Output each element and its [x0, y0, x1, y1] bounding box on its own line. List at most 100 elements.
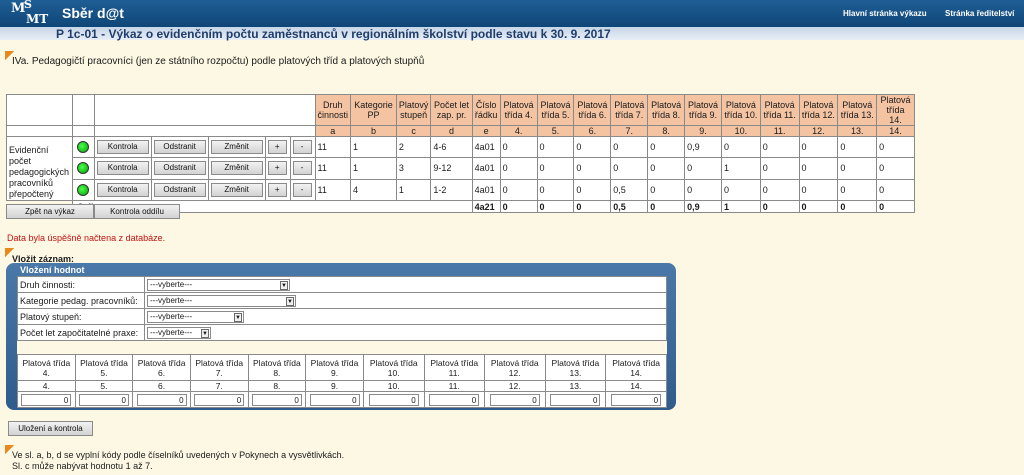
grade-number: 13.: [544, 380, 607, 392]
add-row-button[interactable]: +: [267, 140, 287, 155]
grade-number: 8.: [247, 380, 307, 392]
col-header: Platová třída 9.: [684, 94, 722, 126]
field-label: Kategorie pedag. pracovníků:: [17, 292, 145, 309]
grade-input[interactable]: 0: [251, 393, 302, 406]
col-letter: 14.: [876, 125, 915, 137]
directorate-page-link[interactable]: Stránka ředitelství: [945, 9, 1014, 18]
table-cell: 0: [759, 157, 800, 180]
insert-fields: Druh činnosti: ---vyberte--- ▼ Kategorie …: [17, 276, 667, 341]
col-letter: a: [314, 125, 352, 137]
chevron-down-icon: ▼: [286, 296, 294, 306]
table-cell: 0: [876, 178, 915, 202]
total-cell: 0,9: [684, 200, 722, 213]
grade-number: 7.: [189, 380, 249, 392]
table-cell: 11: [314, 135, 352, 159]
chevron-down-icon: ▼: [234, 312, 242, 322]
grade-input[interactable]: 0: [550, 393, 601, 406]
grade-input[interactable]: 0: [429, 393, 480, 406]
grade-input[interactable]: 0: [21, 393, 72, 406]
table-cell: 4a01: [471, 178, 501, 202]
grade-number-row: 4. 5. 6. 7. 8. 9. 10. 11. 12. 13. 14.: [17, 380, 667, 392]
total-cell: 0: [759, 200, 800, 213]
main-report-page-link[interactable]: Hlavní stránka výkazu: [843, 9, 927, 18]
add-row-button[interactable]: +: [267, 161, 287, 176]
grade-label: Platová třída 13.: [544, 354, 607, 381]
col-letter: 7.: [610, 125, 649, 137]
edit-row-button[interactable]: Změnit: [210, 161, 263, 176]
delete-row-button[interactable]: Odstranit: [153, 140, 206, 155]
table-cell: 0: [837, 135, 878, 159]
salary-step-select[interactable]: ---vyberte--- ▼: [147, 310, 244, 323]
col-header: Platová třída 4.: [499, 94, 538, 126]
back-to-report-button[interactable]: Zpět na výkaz: [6, 204, 94, 219]
grade-input[interactable]: 0: [368, 393, 419, 406]
check-row-button[interactable]: Kontrola: [96, 140, 149, 155]
insert-form: Druh činnosti: ---vyberte--- ▼ Kategorie …: [17, 276, 667, 408]
grade-number: 4.: [17, 380, 76, 392]
edit-row-button[interactable]: Změnit: [210, 140, 263, 155]
col-header: Číslo řádku: [471, 94, 501, 126]
form-row: Druh činnosti: ---vyberte--- ▼: [17, 276, 667, 293]
grade-input[interactable]: 0: [194, 393, 245, 406]
check-row-button[interactable]: Kontrola: [96, 182, 149, 197]
grade-input[interactable]: 0: [489, 393, 540, 406]
col-header: Druh činnosti: [314, 94, 352, 126]
save-and-check-button[interactable]: Uložení a kontrola: [8, 421, 93, 436]
check-section-button[interactable]: Kontrola oddílu: [94, 204, 180, 219]
form-row: Počet let započitatelné praxe: ---vybert…: [17, 324, 667, 341]
col-header: Platová třída 10.: [720, 94, 761, 126]
col-header: Platová třída 5.: [536, 94, 575, 126]
grade-input[interactable]: 0: [611, 393, 662, 406]
grade-label: Platová třída 7.: [189, 354, 249, 381]
col-header: Platový stupeň: [395, 94, 432, 126]
staff-category-select[interactable]: ---vyberte--- ▼: [147, 294, 296, 307]
col-letter: 10.: [720, 125, 761, 137]
table-row: Kontrola Odstranit Změnit + - 11 4 1 1-2…: [7, 178, 915, 202]
chevron-down-icon: ▼: [280, 280, 288, 290]
edit-row-button[interactable]: Změnit: [210, 182, 263, 197]
table-cell: 0: [536, 157, 575, 180]
table-cell: 11: [314, 157, 352, 180]
col-header: Platová třída 8.: [647, 94, 686, 126]
grade-input[interactable]: 0: [78, 393, 129, 406]
remove-row-button[interactable]: -: [292, 182, 312, 197]
col-header: Platová třída 6.: [573, 94, 612, 126]
total-cell: 1: [720, 200, 761, 213]
select-value: ---vyberte---: [150, 295, 193, 305]
practice-years-select[interactable]: ---vyberte--- ▼: [147, 326, 211, 339]
footnote: Ve sl. a, b, d se vyplní kódy podle číse…: [12, 450, 345, 460]
grade-label: Platová třída 5.: [74, 354, 134, 381]
table-cell: 0: [684, 178, 722, 202]
grade-label: Platová třída 8.: [247, 354, 307, 381]
table-cell: 0: [798, 135, 839, 159]
status-ok-icon: [77, 183, 90, 196]
activity-type-select[interactable]: ---vyberte--- ▼: [147, 278, 290, 291]
grade-label: Platová třída 6.: [132, 354, 191, 381]
col-header: Kategorie PP: [350, 94, 397, 126]
table-cell: 0: [647, 135, 686, 159]
delete-row-button[interactable]: Odstranit: [153, 182, 206, 197]
grade-number: 14.: [605, 380, 667, 392]
add-row-button[interactable]: +: [267, 182, 287, 197]
col-letter: c: [395, 125, 432, 137]
grade-input[interactable]: 0: [136, 393, 187, 406]
check-row-button[interactable]: Kontrola: [96, 161, 149, 176]
table-cell: 0: [798, 178, 839, 202]
remove-row-button[interactable]: -: [292, 161, 312, 176]
panel-title: Vložení hodnot: [20, 265, 85, 275]
col-header: Počet let zap. pr.: [430, 94, 473, 126]
grade-input[interactable]: 0: [309, 393, 360, 406]
total-cell: 0: [647, 200, 686, 213]
total-cell: 0: [798, 200, 839, 213]
data-table: Druh činnosti Kategorie PP Platový stupe…: [6, 94, 915, 213]
chevron-down-icon: ▼: [201, 328, 209, 338]
footnote: Sl. c může nabývat hodnotu 1 až 7.: [12, 461, 153, 471]
remove-row-button[interactable]: -: [292, 140, 312, 155]
grade-label-row: Platová třída 4. Platová třída 5. Platov…: [17, 354, 667, 381]
delete-row-button[interactable]: Odstranit: [153, 161, 206, 176]
table-cell: 1: [395, 178, 432, 202]
col-letter: 6.: [573, 125, 612, 137]
field-label: Počet let započitatelné praxe:: [17, 324, 145, 341]
table-cell: 0: [499, 178, 538, 202]
table-header-row: Druh činnosti Kategorie PP Platový stupe…: [6, 94, 915, 126]
